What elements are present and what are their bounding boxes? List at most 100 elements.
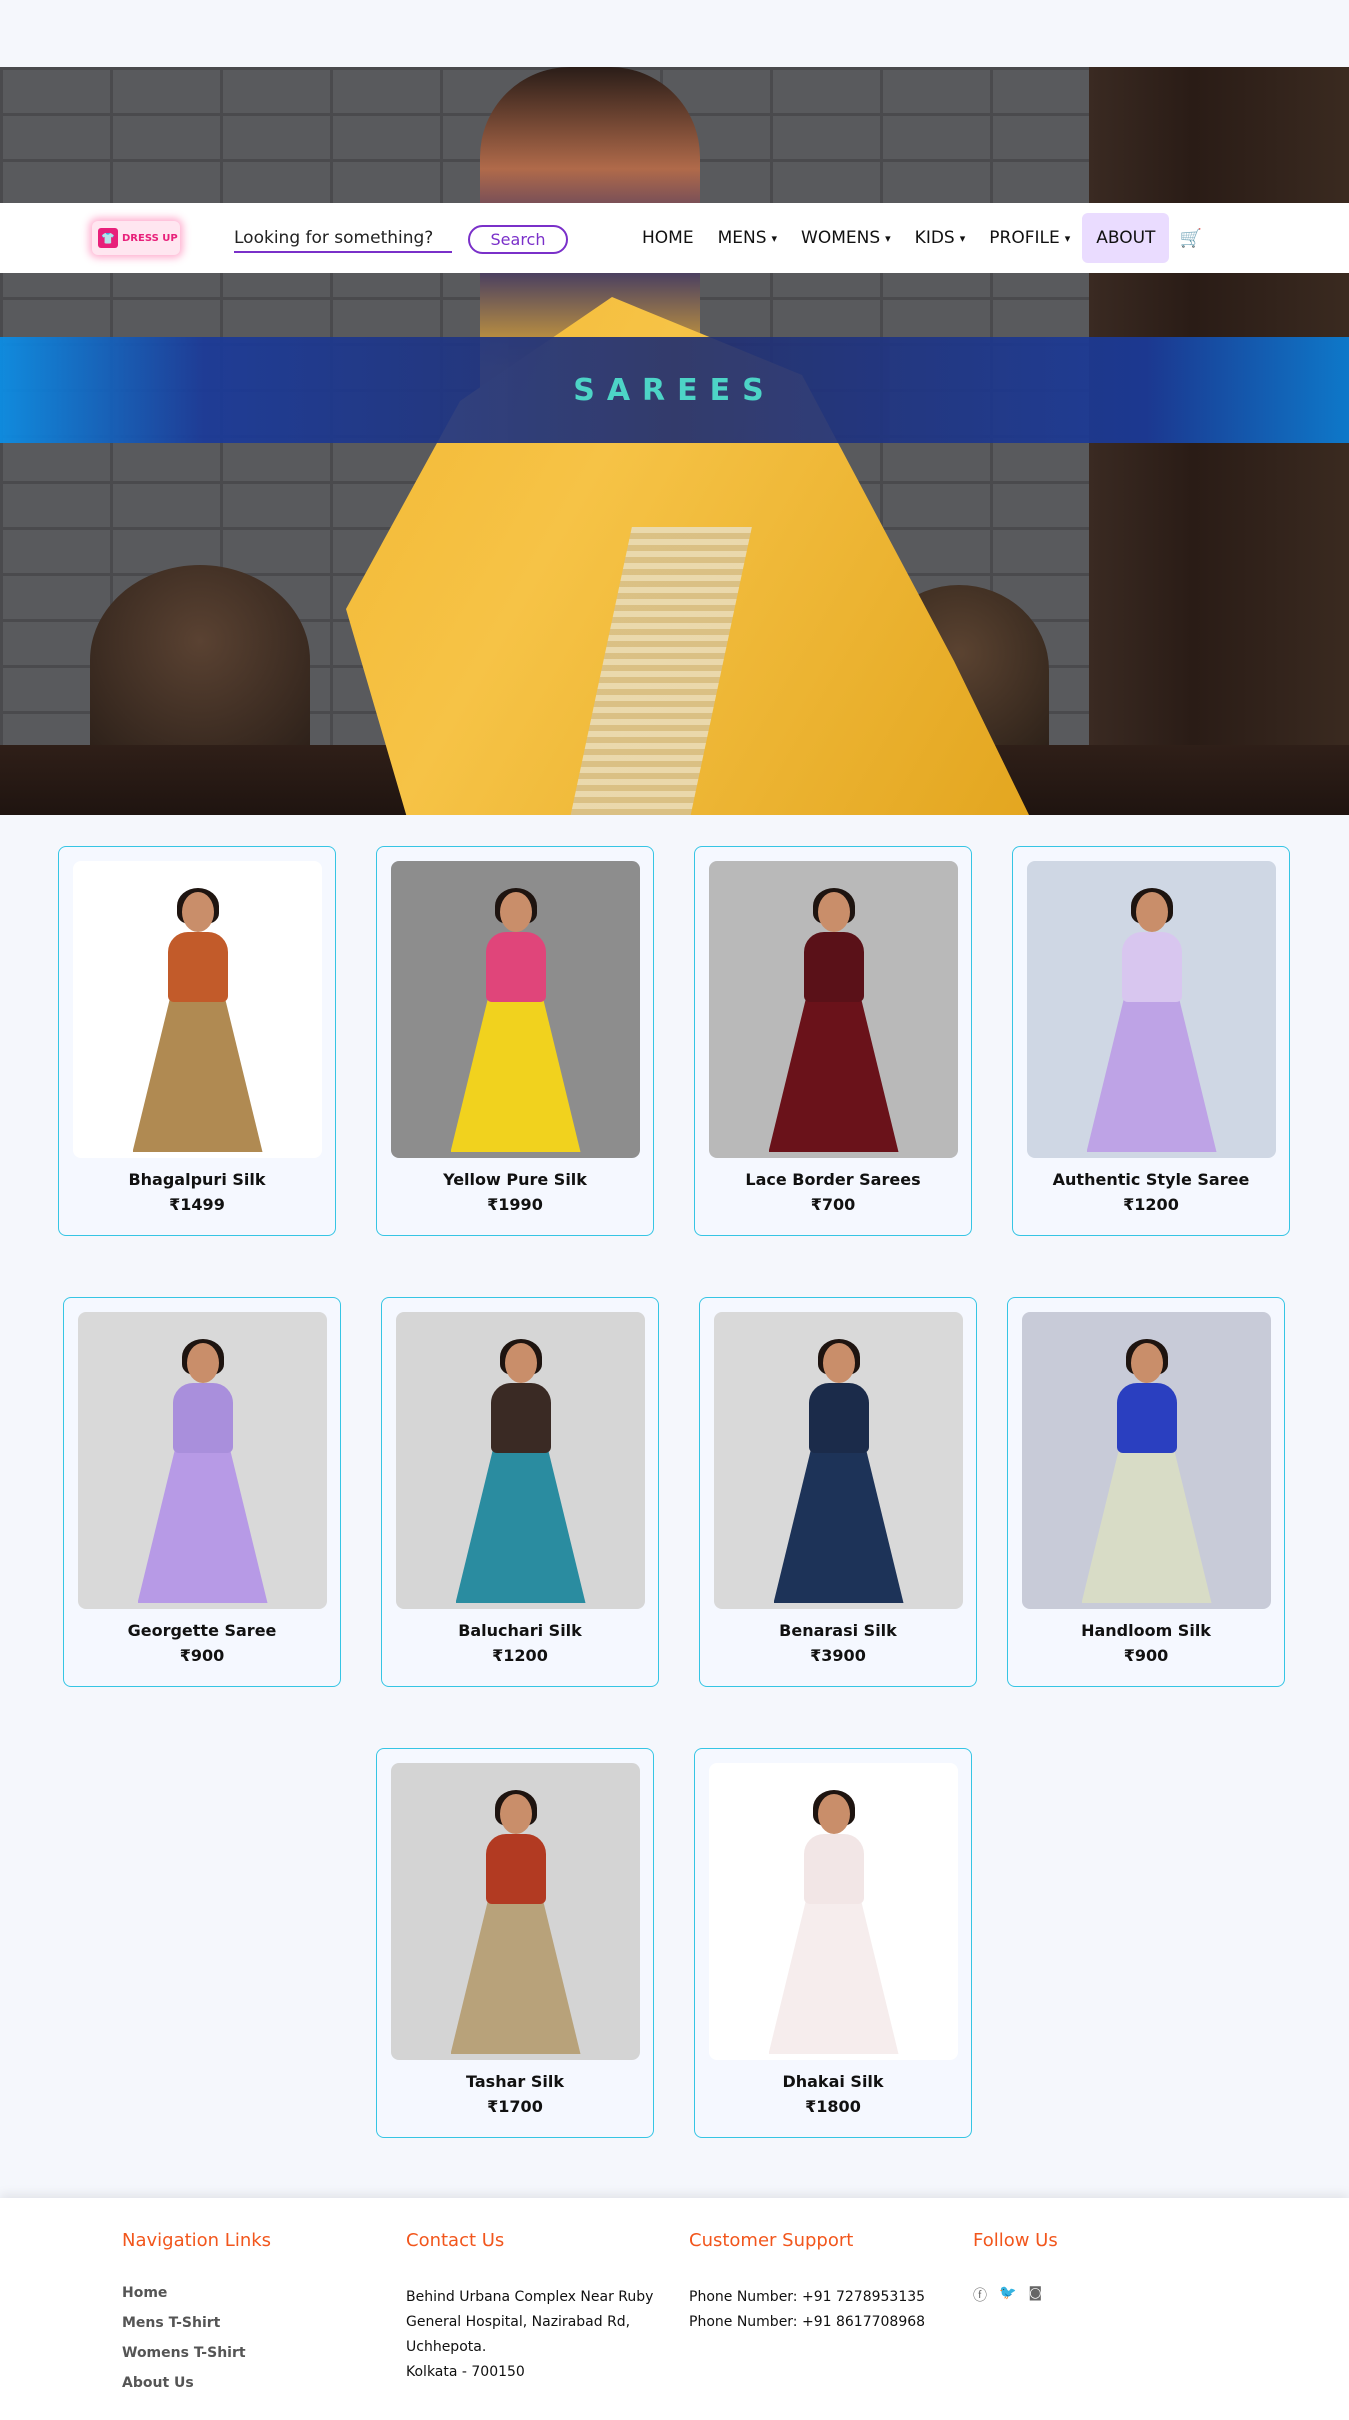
facebook-icon[interactable]: ⓕ — [973, 2285, 987, 2305]
footer: Navigation Links Home Mens T-Shirt Women… — [0, 2198, 1349, 2420]
product-image[interactable] — [709, 1763, 958, 2060]
footer-link-womens[interactable]: Womens T-Shirt — [122, 2345, 271, 2361]
face — [817, 892, 850, 932]
twitter-icon[interactable]: 🐦 — [999, 2285, 1016, 2305]
saree-drape — [132, 992, 263, 1152]
product-row: Georgette Saree ₹900 Baluchari Silk ₹1200 Be… — [0, 1266, 1349, 1717]
face — [822, 1343, 855, 1383]
product-price: ₹3900 — [810, 1646, 866, 1665]
product-name[interactable]: Georgette Saree — [64, 1621, 340, 1640]
saree-blouse — [1116, 1383, 1177, 1453]
model-figure — [1081, 1339, 1212, 1603]
product-card[interactable]: Authentic Style Saree ₹1200 — [1012, 846, 1290, 1236]
brand-logo-text: DRESS UP — [122, 232, 178, 244]
face — [499, 892, 532, 932]
category-title: SAREES — [573, 372, 776, 408]
hero-banner: SAREES 👕 DRESS UP Search HOME MENS ▾ WOMENS… — [0, 67, 1349, 815]
nav-item-label: MENS — [717, 228, 767, 248]
face — [499, 1794, 532, 1834]
address-line: Kolkata - 700150 — [406, 2364, 525, 2380]
product-card[interactable]: Baluchari Silk ₹1200 — [381, 1297, 659, 1687]
saree-blouse — [803, 1834, 864, 1904]
product-image[interactable] — [1027, 861, 1276, 1158]
product-name[interactable]: Dhakai Silk — [695, 2072, 971, 2091]
address-line: General Hospital, Nazirabad Rd, — [406, 2314, 631, 2330]
instagram-icon[interactable]: ◙ — [1028, 2285, 1042, 2305]
nav-item-label: ABOUT — [1096, 228, 1156, 248]
nav-item-womens[interactable]: WOMENS ▾ — [789, 213, 903, 263]
model-figure — [450, 888, 581, 1152]
nav-item-label: KIDS — [914, 228, 955, 248]
nav-item-label: WOMENS — [801, 228, 881, 248]
product-image[interactable] — [714, 1312, 963, 1609]
product-name[interactable]: Benarasi Silk — [700, 1621, 976, 1640]
model-figure — [1086, 888, 1217, 1152]
product-name[interactable]: Bhagalpuri Silk — [59, 1170, 335, 1189]
saree-drape — [450, 992, 581, 1152]
footer-nav-heading: Navigation Links — [122, 2230, 272, 2251]
model-figure — [450, 1790, 581, 2054]
product-price: ₹1800 — [805, 2097, 861, 2116]
footer-follow-column: Follow Us ⓕ 🐦 ◙ — [973, 2230, 1058, 2305]
footer-link-home[interactable]: Home — [122, 2285, 271, 2301]
product-image[interactable] — [396, 1312, 645, 1609]
product-card[interactable]: Tashar Silk ₹1700 — [376, 1748, 654, 2138]
product-price: ₹1200 — [1123, 1195, 1179, 1214]
saree-drape — [768, 992, 899, 1152]
caret-down-icon: ▾ — [771, 231, 778, 245]
product-card[interactable]: Yellow Pure Silk ₹1990 — [376, 846, 654, 1236]
nav-item-profile[interactable]: PROFILE ▾ — [977, 213, 1082, 263]
nav-item-kids[interactable]: KIDS ▾ — [903, 213, 978, 263]
product-image[interactable] — [709, 861, 958, 1158]
footer-link-mens[interactable]: Mens T-Shirt — [122, 2315, 271, 2331]
brass-pot-left — [90, 565, 310, 755]
product-card[interactable]: Benarasi Silk ₹3900 — [699, 1297, 977, 1687]
saree-blouse — [1121, 932, 1182, 1002]
social-links: ⓕ 🐦 ◙ — [973, 2285, 1058, 2305]
cart-icon[interactable]: 🛒 — [1179, 228, 1201, 249]
saree-drape — [455, 1443, 586, 1603]
brand-logo[interactable]: 👕 DRESS UP — [92, 221, 180, 255]
product-image[interactable] — [78, 1312, 327, 1609]
product-name[interactable]: Baluchari Silk — [382, 1621, 658, 1640]
saree-drape — [773, 1443, 904, 1603]
search-button[interactable]: Search — [468, 225, 568, 254]
product-card[interactable]: Bhagalpuri Silk ₹1499 — [58, 846, 336, 1236]
product-price: ₹700 — [810, 1195, 856, 1214]
model-figure — [768, 1790, 899, 2054]
product-card[interactable]: Dhakai Silk ₹1800 — [694, 1748, 972, 2138]
face — [181, 892, 214, 932]
product-card[interactable]: Lace Border Sarees ₹700 — [694, 846, 972, 1236]
search-input[interactable] — [234, 225, 452, 253]
saree-blouse — [808, 1383, 869, 1453]
model-figure — [773, 1339, 904, 1603]
saree-drape — [137, 1443, 268, 1603]
saree-blouse — [803, 932, 864, 1002]
nav-item-home[interactable]: HOME — [630, 213, 706, 263]
product-name[interactable]: Authentic Style Saree — [1013, 1170, 1289, 1189]
product-name[interactable]: Yellow Pure Silk — [377, 1170, 653, 1189]
caret-down-icon: ▾ — [959, 231, 966, 245]
product-name[interactable]: Lace Border Sarees — [695, 1170, 971, 1189]
saree-drape — [1086, 992, 1217, 1152]
product-price: ₹1499 — [169, 1195, 225, 1214]
product-card[interactable]: Georgette Saree ₹900 — [63, 1297, 341, 1687]
footer-follow-heading: Follow Us — [973, 2230, 1058, 2251]
nav-item-mens[interactable]: MENS ▾ — [706, 213, 789, 263]
nav-item-about[interactable]: ABOUT — [1082, 213, 1170, 263]
product-card[interactable]: Handloom Silk ₹900 — [1007, 1297, 1285, 1687]
footer-support-heading: Customer Support — [689, 2230, 854, 2251]
product-image[interactable] — [73, 861, 322, 1158]
product-image[interactable] — [391, 861, 640, 1158]
footer-link-about[interactable]: About Us — [122, 2375, 271, 2391]
product-name[interactable]: Tashar Silk — [377, 2072, 653, 2091]
nav-item-label: PROFILE — [989, 228, 1060, 248]
nav-item-label: HOME — [642, 228, 694, 248]
product-image[interactable] — [391, 1763, 640, 2060]
model-figure — [455, 1339, 586, 1603]
product-image[interactable] — [1022, 1312, 1271, 1609]
saree-blouse — [485, 1834, 546, 1904]
product-name[interactable]: Handloom Silk — [1008, 1621, 1284, 1640]
product-price: ₹900 — [1123, 1646, 1169, 1665]
product-row: Tashar Silk ₹1700 Dhakai Silk ₹1800 — [0, 1717, 1349, 2168]
